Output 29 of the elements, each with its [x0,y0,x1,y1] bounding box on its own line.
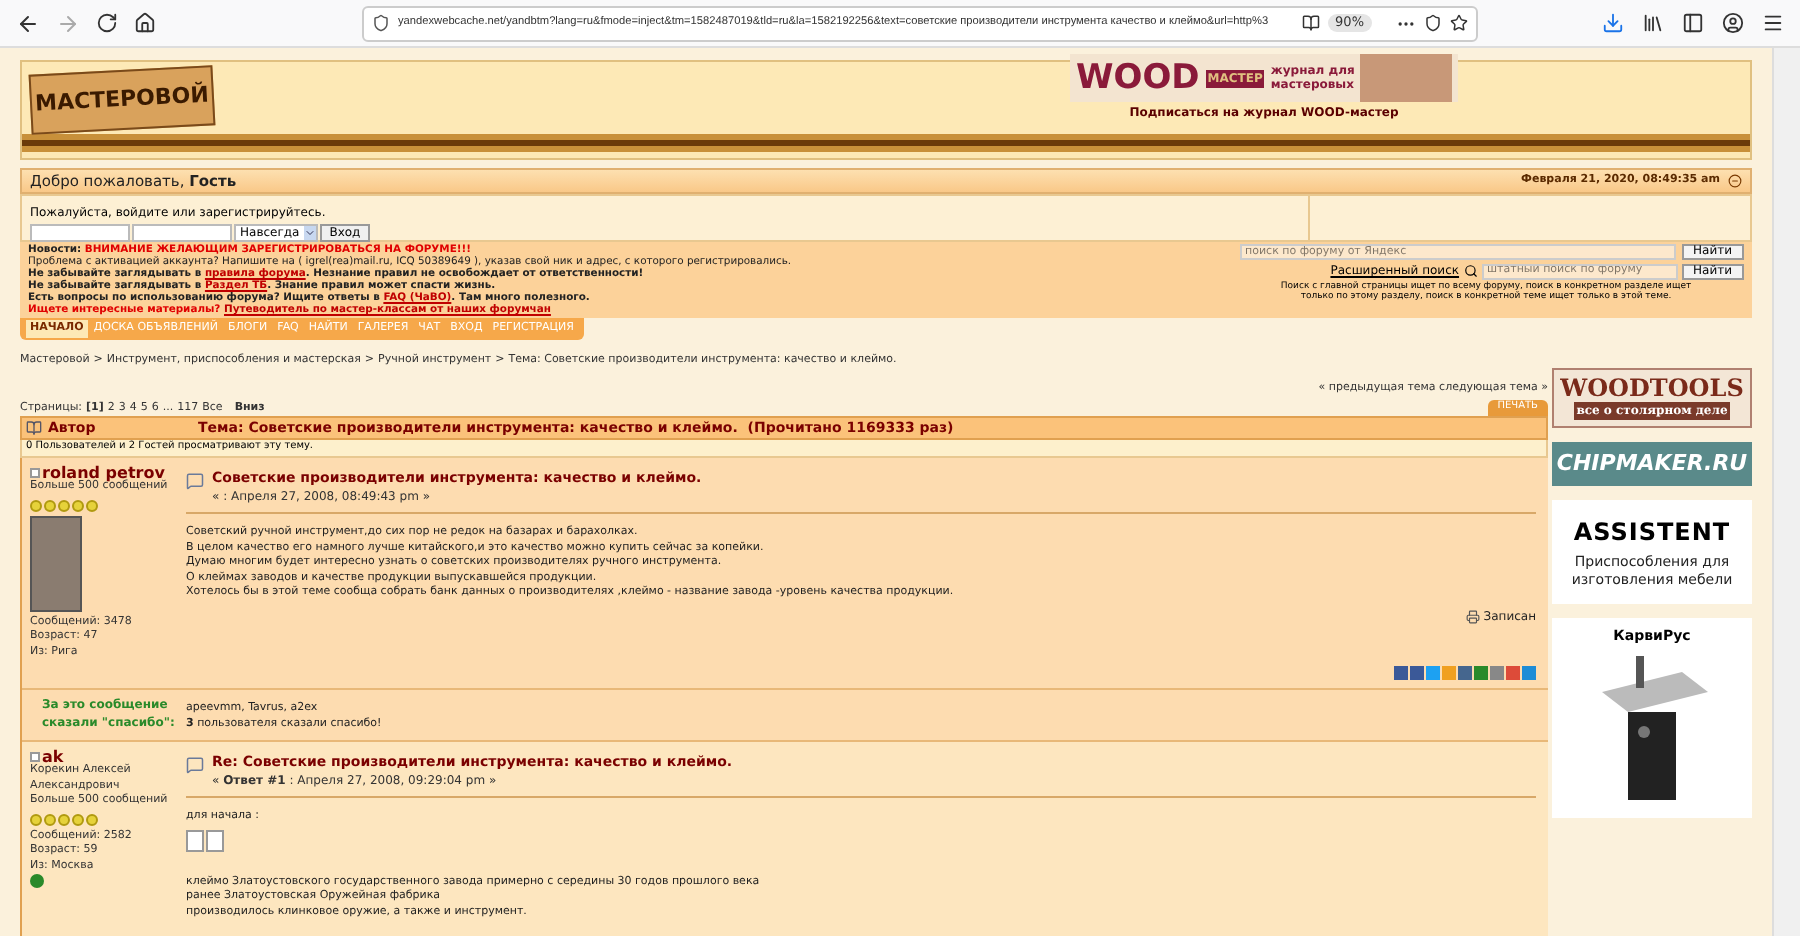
reader-icon[interactable] [1301,14,1320,32]
author-name[interactable]: ak [42,749,64,765]
account-icon[interactable] [1722,12,1744,34]
sidebar-icon[interactable] [1682,12,1704,34]
download-icon[interactable] [1602,12,1624,34]
reload-icon[interactable] [96,12,118,34]
search-icon [1463,264,1478,278]
menu-icon[interactable] [1762,12,1784,34]
chipmaker-ad[interactable]: CHIPMAKER.RU [1552,442,1752,486]
topic-icon [26,420,42,436]
home-icon[interactable] [134,12,156,34]
author-name[interactable]: roland petrov [42,465,165,481]
status-icon [30,752,40,762]
collapse-icon[interactable] [1728,174,1742,188]
scrollbar[interactable] [1772,48,1800,936]
dropdown-caret-icon [303,226,316,240]
image-placeholder [206,829,224,852]
back-icon[interactable] [16,11,40,35]
password-field[interactable] [132,224,232,242]
post-icon [186,755,204,774]
post-icon [186,471,204,490]
site-logo: МАСТЕРОВОЙ [28,65,216,135]
bookmark-star-icon[interactable] [1450,14,1468,32]
shield-icon [372,14,390,32]
saved-icon [1465,610,1480,624]
image-placeholder [186,829,204,852]
status-icon [30,468,40,478]
library-icon[interactable] [1642,12,1664,34]
username-field[interactable] [30,224,130,242]
